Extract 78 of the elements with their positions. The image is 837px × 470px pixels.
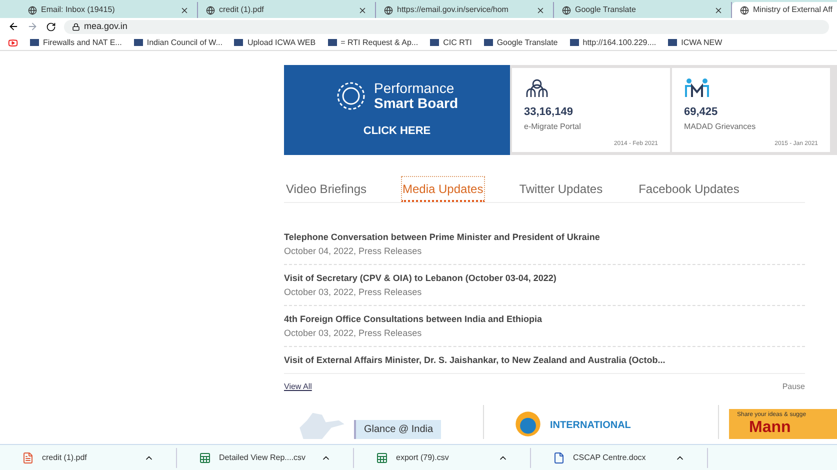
bookmark[interactable]: Upload ICWA WEB (234, 36, 316, 48)
yoga-day-label[interactable]: INTERNATIONAL (550, 418, 631, 433)
address-bar[interactable]: mea.gov.in (64, 20, 829, 34)
download-item[interactable]: credit (1).pdf (0, 448, 177, 468)
banner-title: Mann (748, 420, 792, 436)
back-icon[interactable] (8, 21, 19, 32)
spreadsheet-file-icon (199, 452, 211, 464)
pdf-file-icon (22, 452, 34, 464)
view-all-link[interactable]: View All (284, 381, 312, 393)
bookmark-favicon-icon (328, 39, 337, 46)
download-item[interactable]: Detailed View Rep....csv (177, 448, 354, 468)
news-headline[interactable]: Visit of Secretary (CPV & OIA) to Lebanon (October 03-04, 2022) (284, 272, 805, 284)
news-meta: October 03, 2022, Press Releases (284, 286, 423, 298)
forward-icon[interactable] (27, 21, 38, 32)
content-tab[interactable]: Media Updates (400, 176, 486, 202)
content-tab[interactable]: Facebook Updates (636, 176, 742, 202)
download-item[interactable]: CSCAP Centre.docx (531, 448, 708, 468)
bookmark[interactable]: Google Translate (484, 36, 558, 48)
bookmark-favicon-icon (30, 39, 39, 46)
url-text: mea.gov.in (84, 20, 128, 33)
download-item[interactable]: export (79).csv (354, 448, 531, 468)
bookmark-favicon-icon (668, 39, 678, 46)
news-headline[interactable]: Visit of External Affairs Minister, Dr. S. Jaishankar, to New Zealand and Australia (Octob... (284, 354, 805, 366)
reload-icon[interactable] (46, 22, 56, 32)
spreadsheet-file-icon (376, 452, 388, 464)
stat-label: MADAD Grievances (684, 120, 757, 132)
two-people-icon (684, 78, 710, 98)
globe-icon (562, 6, 571, 14)
globe-icon (384, 6, 393, 14)
globe-icon (740, 6, 749, 14)
stat-value: 69,425 (684, 105, 719, 120)
people-group-icon (524, 78, 550, 98)
news-headline[interactable]: Telephone Conversation between Prime Minister and President of Ukraine (284, 231, 805, 243)
bookmark-favicon-icon (430, 39, 440, 46)
globe-icon (206, 6, 215, 14)
bookmark-favicon-icon (570, 39, 579, 46)
banner-title: Performance (374, 81, 456, 96)
close-icon[interactable] (536, 6, 545, 14)
bookmark[interactable]: http://164.100.229.... (570, 36, 656, 48)
tab-title: credit (1).pdf (219, 4, 265, 16)
bookmark-favicon-icon (484, 39, 493, 46)
news-headline[interactable]: 4th Foreign Office Consultations between India and Ethiopia (284, 313, 805, 325)
download-filename: CSCAP Centre.docx (573, 452, 647, 464)
bookmark[interactable]: ICWA NEW (668, 36, 722, 48)
document-file-icon (553, 452, 565, 464)
bookmark-favicon-icon (234, 39, 244, 46)
yoga-logo-icon (514, 409, 542, 439)
download-filename: credit (1).pdf (42, 452, 88, 464)
stat-value: 33,16,149 (524, 105, 574, 120)
content-tab[interactable]: Twitter Updates (517, 176, 605, 202)
video-icon[interactable] (8, 38, 18, 48)
bookmark[interactable]: = RTI Request & Ap... (328, 36, 418, 48)
smart-board-banner[interactable]: Performance Smart Board CLICK HERE (284, 65, 510, 155)
bookmark-favicon-icon (134, 39, 143, 46)
download-filename: Detailed View Rep....csv (219, 452, 307, 464)
banner-title: Smart Board (374, 96, 458, 110)
bookmark[interactable]: CIC RTI (430, 36, 472, 48)
tab-title: https://email.gov.in/service/hom (397, 4, 510, 16)
close-icon[interactable] (358, 6, 367, 14)
tab-title: Email: Inbox (19415) (41, 4, 116, 16)
tab-title: Google Translate (575, 4, 637, 16)
stat-label: e-Migrate Portal (524, 120, 582, 132)
download-filename: export (79).csv (396, 452, 450, 464)
pause-button[interactable]: Pause (782, 381, 805, 393)
bookmark[interactable]: Firewalls and NAT E... (30, 36, 122, 48)
close-icon[interactable] (714, 6, 723, 14)
close-icon[interactable] (180, 6, 189, 14)
bookmark[interactable]: Indian Council of W... (134, 36, 222, 48)
news-meta: October 04, 2022, Press Releases (284, 245, 423, 257)
news-meta: October 03, 2022, Press Releases (284, 327, 423, 339)
glance-at-india-label[interactable]: Glance @ India (354, 420, 442, 439)
globe-icon (28, 6, 37, 14)
browser-tab[interactable]: Ministry of External Aff (732, 2, 837, 18)
content-tab[interactable]: Video Briefings (284, 176, 368, 202)
ornament-icon (336, 80, 366, 111)
tab-title: Ministry of External Aff (753, 4, 834, 16)
click-here-link[interactable]: CLICK HERE (363, 122, 431, 140)
lock-icon (72, 22, 80, 30)
